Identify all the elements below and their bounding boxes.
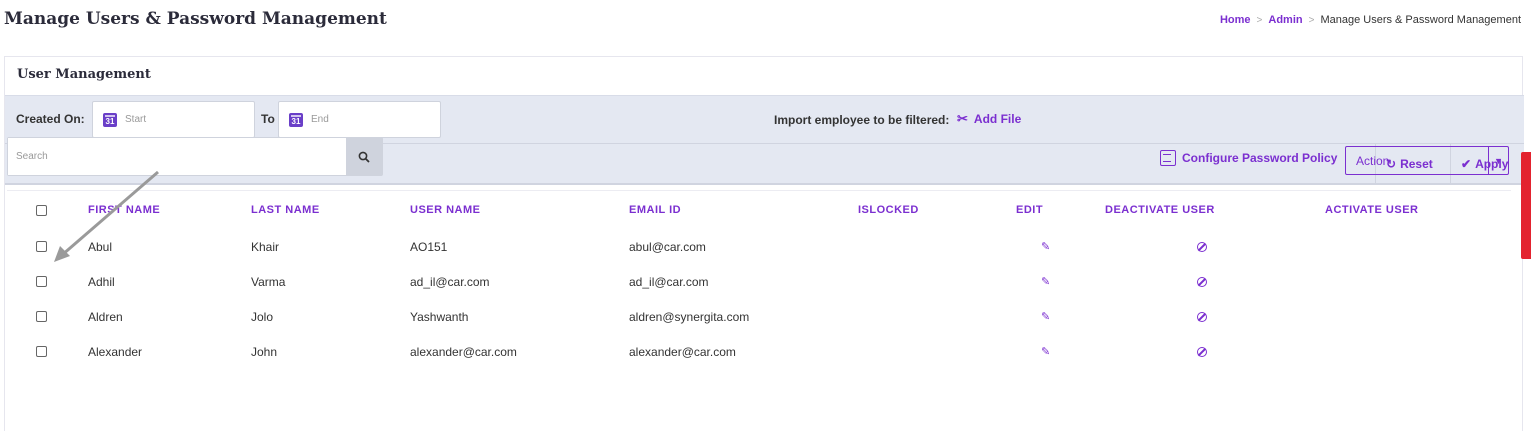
header-first-name[interactable]: FIRST NAME <box>88 191 160 229</box>
cell-edit: ✎ <box>1041 299 1050 334</box>
cell-last-name: Varma <box>251 274 286 289</box>
configure-password-policy-link[interactable]: Configure Password Policy <box>1160 150 1337 166</box>
breadcrumb-separator: > <box>1308 14 1315 26</box>
cell-deactivate <box>1197 299 1207 334</box>
end-date-placeholder: End <box>311 114 329 125</box>
cell-first-name: Abul <box>88 239 113 254</box>
policy-icon <box>1160 150 1176 166</box>
header-islocked[interactable]: ISLOCKED <box>858 191 919 229</box>
cell-last-name: Khair <box>251 239 280 254</box>
row-checkbox-cell <box>36 299 47 334</box>
row-checkbox[interactable] <box>36 276 47 287</box>
breadcrumb: Home > Admin > Manage Users & Password M… <box>1220 14 1521 26</box>
row-checkbox-cell <box>36 334 47 369</box>
deactivate-icon[interactable] <box>1197 241 1207 252</box>
row-checkbox-cell <box>36 229 47 264</box>
calendar-icon: 31 <box>103 112 117 127</box>
select-all-checkbox[interactable] <box>36 204 47 216</box>
cell-user-name: Yashwanth <box>410 309 469 324</box>
import-employee-label: Import employee to be filtered: <box>774 113 950 127</box>
to-label: To <box>261 112 275 126</box>
cell-email-id: abul@car.com <box>629 239 706 254</box>
header-activate-user: ACTIVATE USER <box>1325 204 1419 216</box>
table-header-row: FIRST NAME LAST NAME USER NAME EMAIL ID … <box>7 191 1511 229</box>
edit-icon[interactable]: ✎ <box>1041 275 1050 288</box>
breadcrumb-admin[interactable]: Admin <box>1268 14 1302 26</box>
deactivate-icon[interactable] <box>1197 276 1207 287</box>
cell-edit: ✎ <box>1041 334 1050 369</box>
users-table: FIRST NAME LAST NAME USER NAME EMAIL ID … <box>7 190 1511 369</box>
end-date-field[interactable]: 31 End <box>278 101 441 138</box>
created-on-label: Created On: <box>16 112 85 126</box>
action-select[interactable]: Action ▼ <box>1345 146 1509 175</box>
breadcrumb-home[interactable]: Home <box>1220 14 1251 26</box>
edit-icon[interactable]: ✎ <box>1041 345 1050 358</box>
action-select-value: Action <box>1356 153 1390 168</box>
deactivate-icon[interactable] <box>1197 346 1207 357</box>
row-checkbox[interactable] <box>36 346 47 357</box>
edit-icon[interactable]: ✎ <box>1041 310 1050 323</box>
row-checkbox[interactable] <box>36 311 47 322</box>
filter-row: Created On: 31 Start To 31 End Import em… <box>5 95 1524 143</box>
breadcrumb-current: Manage Users & Password Management <box>1320 14 1521 26</box>
cell-last-name: John <box>251 344 278 359</box>
cell-deactivate <box>1197 334 1207 369</box>
breadcrumb-separator: > <box>1256 14 1263 26</box>
add-file-label: Add File <box>973 112 1022 126</box>
search-box <box>7 137 383 176</box>
search-icon <box>358 151 370 163</box>
header-last-name[interactable]: LAST NAME <box>251 191 320 229</box>
edit-icon[interactable]: ✎ <box>1041 240 1050 253</box>
calendar-icon: 31 <box>289 112 303 127</box>
row-checkbox[interactable] <box>36 241 47 252</box>
deactivate-icon[interactable] <box>1197 311 1207 322</box>
cell-first-name: Alexander <box>88 344 143 359</box>
cell-first-name: Adhil <box>88 274 115 289</box>
side-tab[interactable] <box>1521 152 1531 259</box>
cell-deactivate <box>1197 229 1207 264</box>
search-input[interactable] <box>8 138 346 175</box>
cell-last-name: Jolo <box>251 309 274 324</box>
cell-user-name: ad_il@car.com <box>410 274 490 289</box>
cell-edit: ✎ <box>1041 264 1050 299</box>
table-row: Adhil Varma ad_il@car.com ad_il@car.com ✎ <box>7 264 1511 299</box>
row-checkbox-cell <box>36 264 47 299</box>
cell-user-name: AO151 <box>410 239 448 254</box>
cell-user-name: alexander@car.com <box>410 344 517 359</box>
header-email-id[interactable]: EMAIL ID <box>629 191 681 229</box>
table-row: Abul Khair AO151 abul@car.com ✎ <box>7 229 1511 264</box>
cell-email-id: aldren@synergita.com <box>629 309 750 324</box>
cell-first-name: Aldren <box>88 309 123 324</box>
header-deactivate-user: DEACTIVATE USER <box>1105 204 1215 216</box>
header-user-name[interactable]: USER NAME <box>410 191 481 229</box>
select-all-checkbox-cell <box>36 191 47 229</box>
card-title: User Management <box>17 67 151 82</box>
search-button[interactable] <box>346 138 382 175</box>
cell-deactivate <box>1197 264 1207 299</box>
start-date-placeholder: Start <box>125 114 147 125</box>
header-edit: EDIT <box>1016 204 1044 216</box>
page-title: Manage Users & Password Management <box>4 9 387 29</box>
cell-email-id: ad_il@car.com <box>629 274 709 289</box>
chevron-down-icon[interactable]: ▼ <box>1488 147 1508 174</box>
table-row: Aldren Jolo Yashwanth aldren@synergita.com ✎ <box>7 299 1511 334</box>
add-file-link[interactable]: ✂ Add File <box>957 111 1021 127</box>
paperclip-icon: ✂ <box>957 111 968 126</box>
start-date-field[interactable]: 31 Start <box>92 101 255 138</box>
configure-password-policy-label: Configure Password Policy <box>1182 151 1338 165</box>
cell-edit: ✎ <box>1041 229 1050 264</box>
cell-email-id: alexander@car.com <box>629 344 736 359</box>
table-row: Alexander John alexander@car.com alexander@… <box>7 334 1511 369</box>
